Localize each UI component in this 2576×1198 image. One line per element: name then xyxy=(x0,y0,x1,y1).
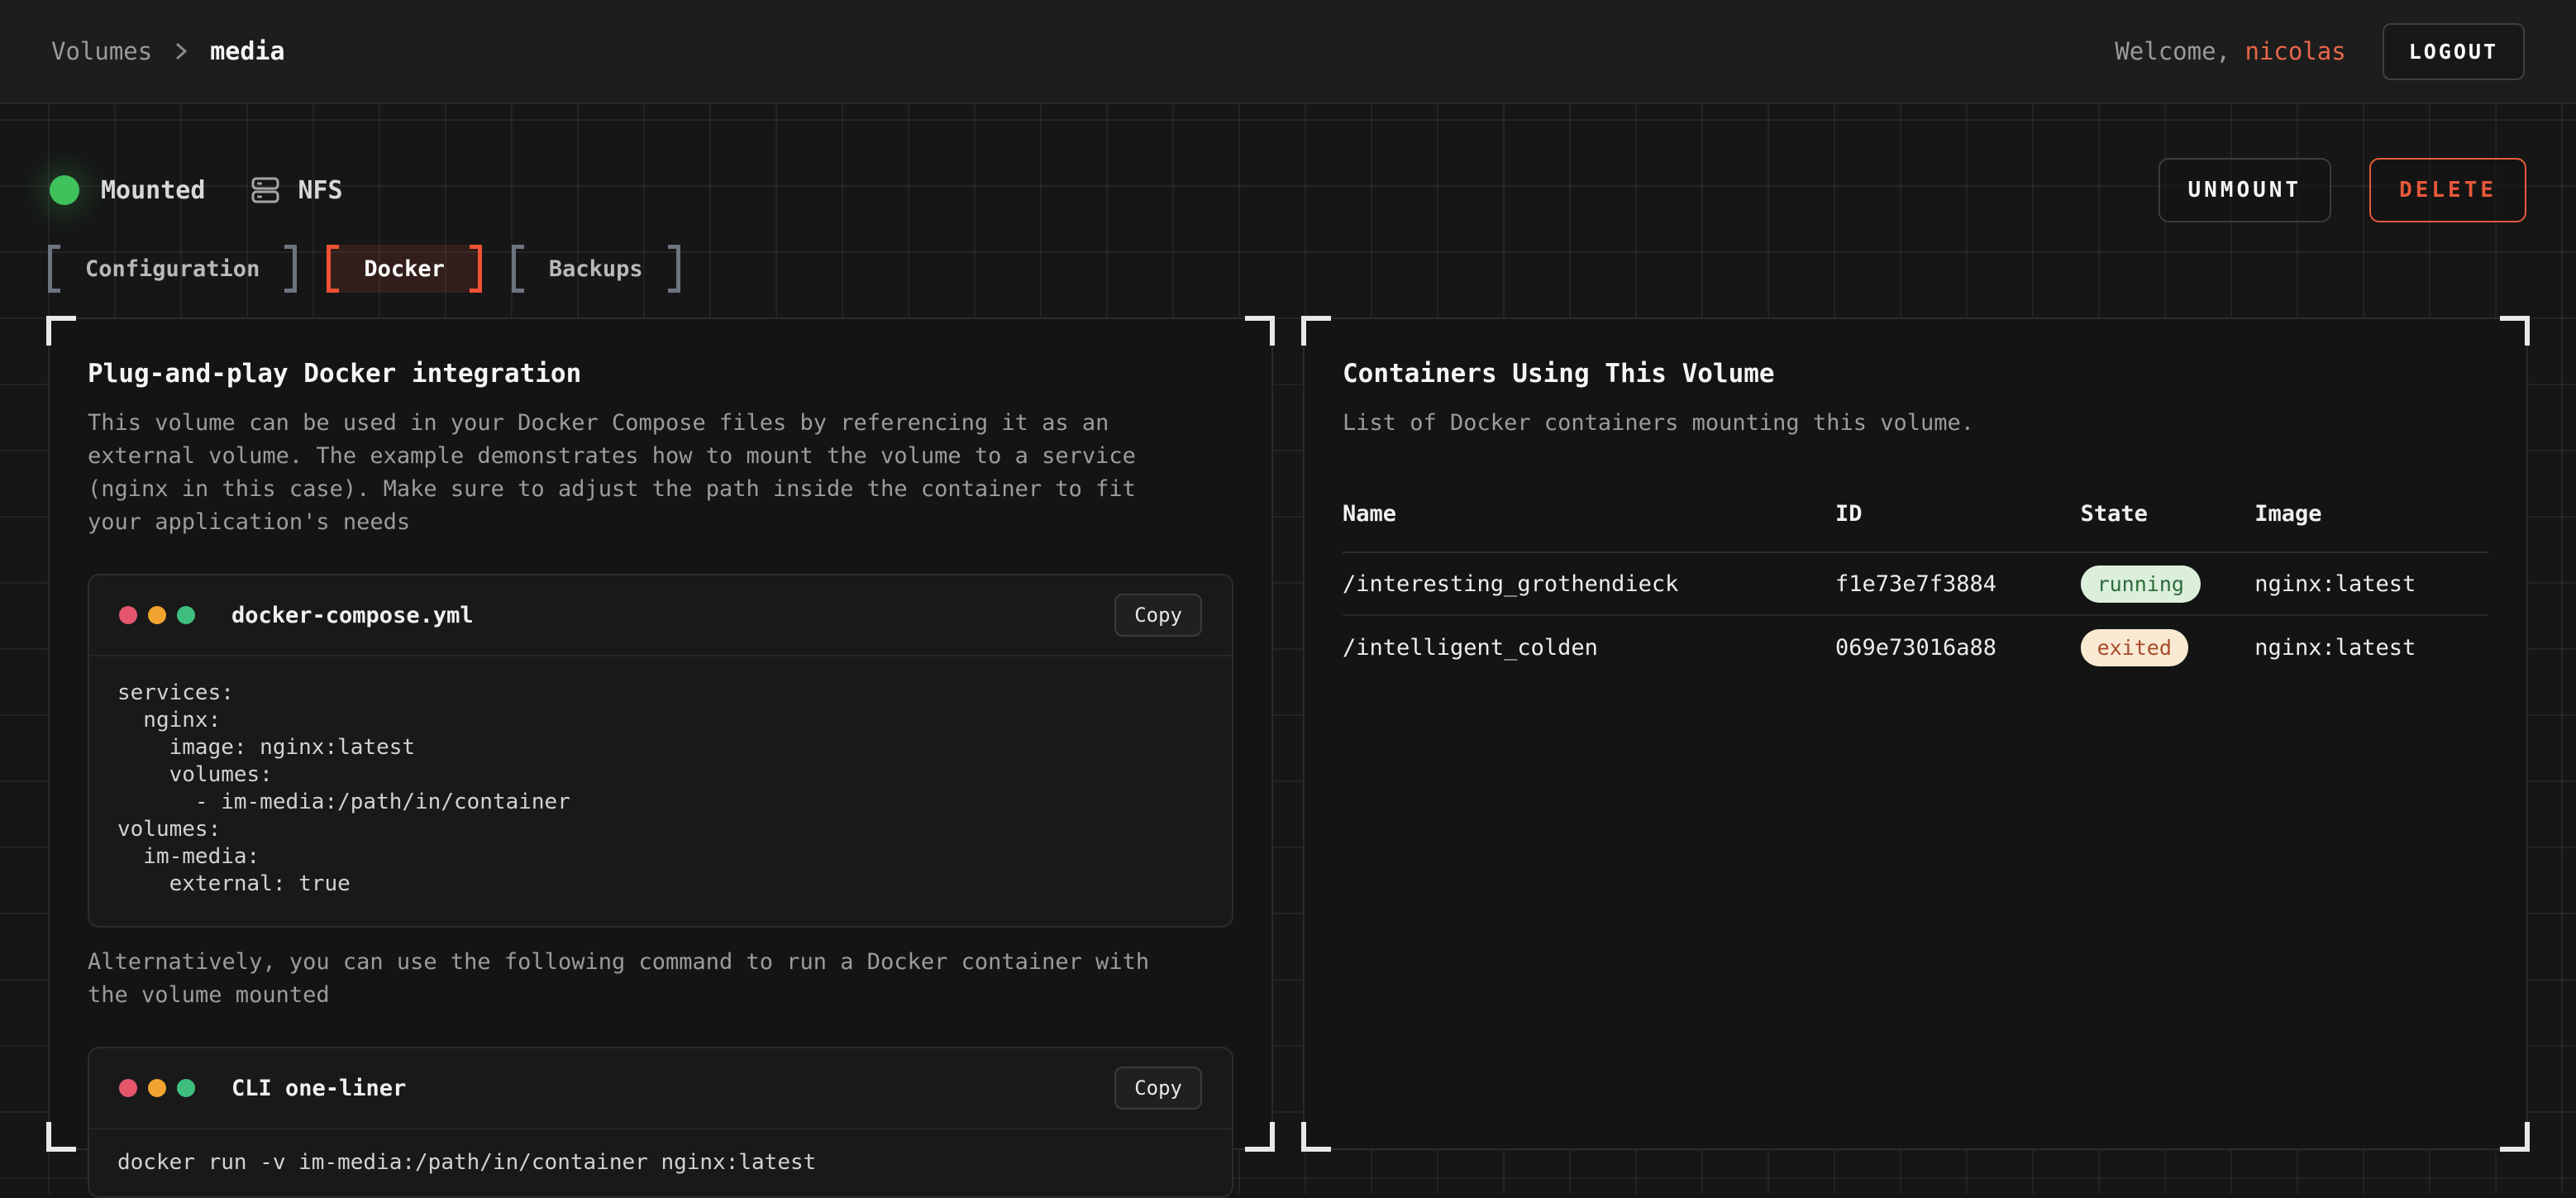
mounted-status-dot-icon xyxy=(50,175,79,205)
panel-corner-icon xyxy=(1245,1122,1275,1152)
breadcrumb-chevron-icon xyxy=(174,39,188,64)
compose-code-content: services: nginx: image: nginx:latest vol… xyxy=(89,655,1232,926)
column-header-id: ID xyxy=(1835,501,2081,527)
column-header-name: Name xyxy=(1343,501,1835,527)
container-state-badge: exited xyxy=(2081,629,2188,666)
logout-button[interactable]: LOGOUT xyxy=(2383,23,2525,80)
container-name: /interesting_grothendieck xyxy=(1343,571,1835,597)
container-image: nginx:latest xyxy=(2254,635,2488,661)
container-id: 069e73016a88 xyxy=(1835,635,2081,661)
panel-corner-icon xyxy=(1301,1122,1331,1152)
containers-table-header: Name ID State Image xyxy=(1343,501,2488,553)
tab-docker[interactable]: Docker xyxy=(327,245,482,293)
main-content: Mounted NFS UNMOUNT DELETE Configuration xyxy=(0,104,2576,1194)
cli-code-block: CLI one-liner Copy docker run -v im-medi… xyxy=(88,1047,1233,1198)
containers-panel: Containers Using This Volume List of Doc… xyxy=(1303,317,2528,1150)
panel-corner-icon xyxy=(2500,316,2530,346)
driver-label: NFS xyxy=(298,176,342,205)
traffic-light-amber-icon xyxy=(148,1079,166,1097)
cli-intro-text: Alternatively, you can use the following… xyxy=(88,946,1233,1012)
container-image: nginx:latest xyxy=(2254,571,2488,597)
traffic-light-green-icon xyxy=(177,1079,195,1097)
docker-integration-panel: Plug-and-play Docker integration This vo… xyxy=(48,317,1273,1150)
copy-cli-button[interactable]: Copy xyxy=(1114,1067,1202,1110)
cli-block-title: CLI one-liner xyxy=(231,1076,406,1101)
delete-button[interactable]: DELETE xyxy=(2369,158,2526,222)
panel-corner-icon xyxy=(2500,1122,2530,1152)
container-name: /intelligent_colden xyxy=(1343,635,1835,661)
welcome-text: Welcome, nicolas xyxy=(2115,37,2345,65)
top-bar: Volumes media Welcome, nicolas LOGOUT xyxy=(0,0,2576,104)
unmount-button[interactable]: UNMOUNT xyxy=(2159,158,2332,222)
welcome-prefix: Welcome, xyxy=(2115,37,2244,65)
tab-backups[interactable]: Backups xyxy=(512,245,680,293)
traffic-light-red-icon xyxy=(119,606,137,624)
container-state-badge: running xyxy=(2081,566,2201,603)
compose-filename: docker-compose.yml xyxy=(231,603,474,628)
traffic-light-red-icon xyxy=(119,1079,137,1097)
container-row: /interesting_grothendieck f1e73e7f3884 r… xyxy=(1343,553,2488,616)
breadcrumb: Volumes media xyxy=(51,37,285,66)
traffic-light-green-icon xyxy=(177,606,195,624)
containers-panel-subtitle: List of Docker containers mounting this … xyxy=(1343,407,2488,440)
containers-table: Name ID State Image /interesting_grothen… xyxy=(1343,501,2488,679)
username: nicolas xyxy=(2244,37,2345,65)
breadcrumb-current-volume: media xyxy=(210,37,284,66)
traffic-light-amber-icon xyxy=(148,606,166,624)
cli-code-content: docker run -v im-media:/path/in/containe… xyxy=(89,1128,1232,1196)
mounted-status-label: Mounted xyxy=(101,176,205,205)
copy-compose-button[interactable]: Copy xyxy=(1114,594,1202,637)
tab-bar: Configuration Docker Backups xyxy=(48,245,2528,293)
panel-corner-icon xyxy=(1245,316,1275,346)
container-id: f1e73e7f3884 xyxy=(1835,571,2081,597)
panel-corner-icon xyxy=(46,316,76,346)
volume-status-bar: Mounted NFS UNMOUNT DELETE xyxy=(50,104,2526,222)
panel-corner-icon xyxy=(1301,316,1331,346)
docker-panel-description: This volume can be used in your Docker C… xyxy=(88,407,1233,539)
containers-panel-title: Containers Using This Volume xyxy=(1343,359,2488,389)
column-header-image: Image xyxy=(2254,501,2488,527)
tab-configuration[interactable]: Configuration xyxy=(48,245,297,293)
nfs-server-icon xyxy=(248,173,283,208)
compose-code-block: docker-compose.yml Copy services: nginx:… xyxy=(88,574,1233,928)
container-row: /intelligent_colden 069e73016a88 exited … xyxy=(1343,616,2488,679)
breadcrumb-volumes-link[interactable]: Volumes xyxy=(51,37,152,65)
column-header-state: State xyxy=(2081,501,2255,527)
docker-panel-title: Plug-and-play Docker integration xyxy=(88,359,1233,389)
panel-corner-icon xyxy=(46,1122,76,1152)
